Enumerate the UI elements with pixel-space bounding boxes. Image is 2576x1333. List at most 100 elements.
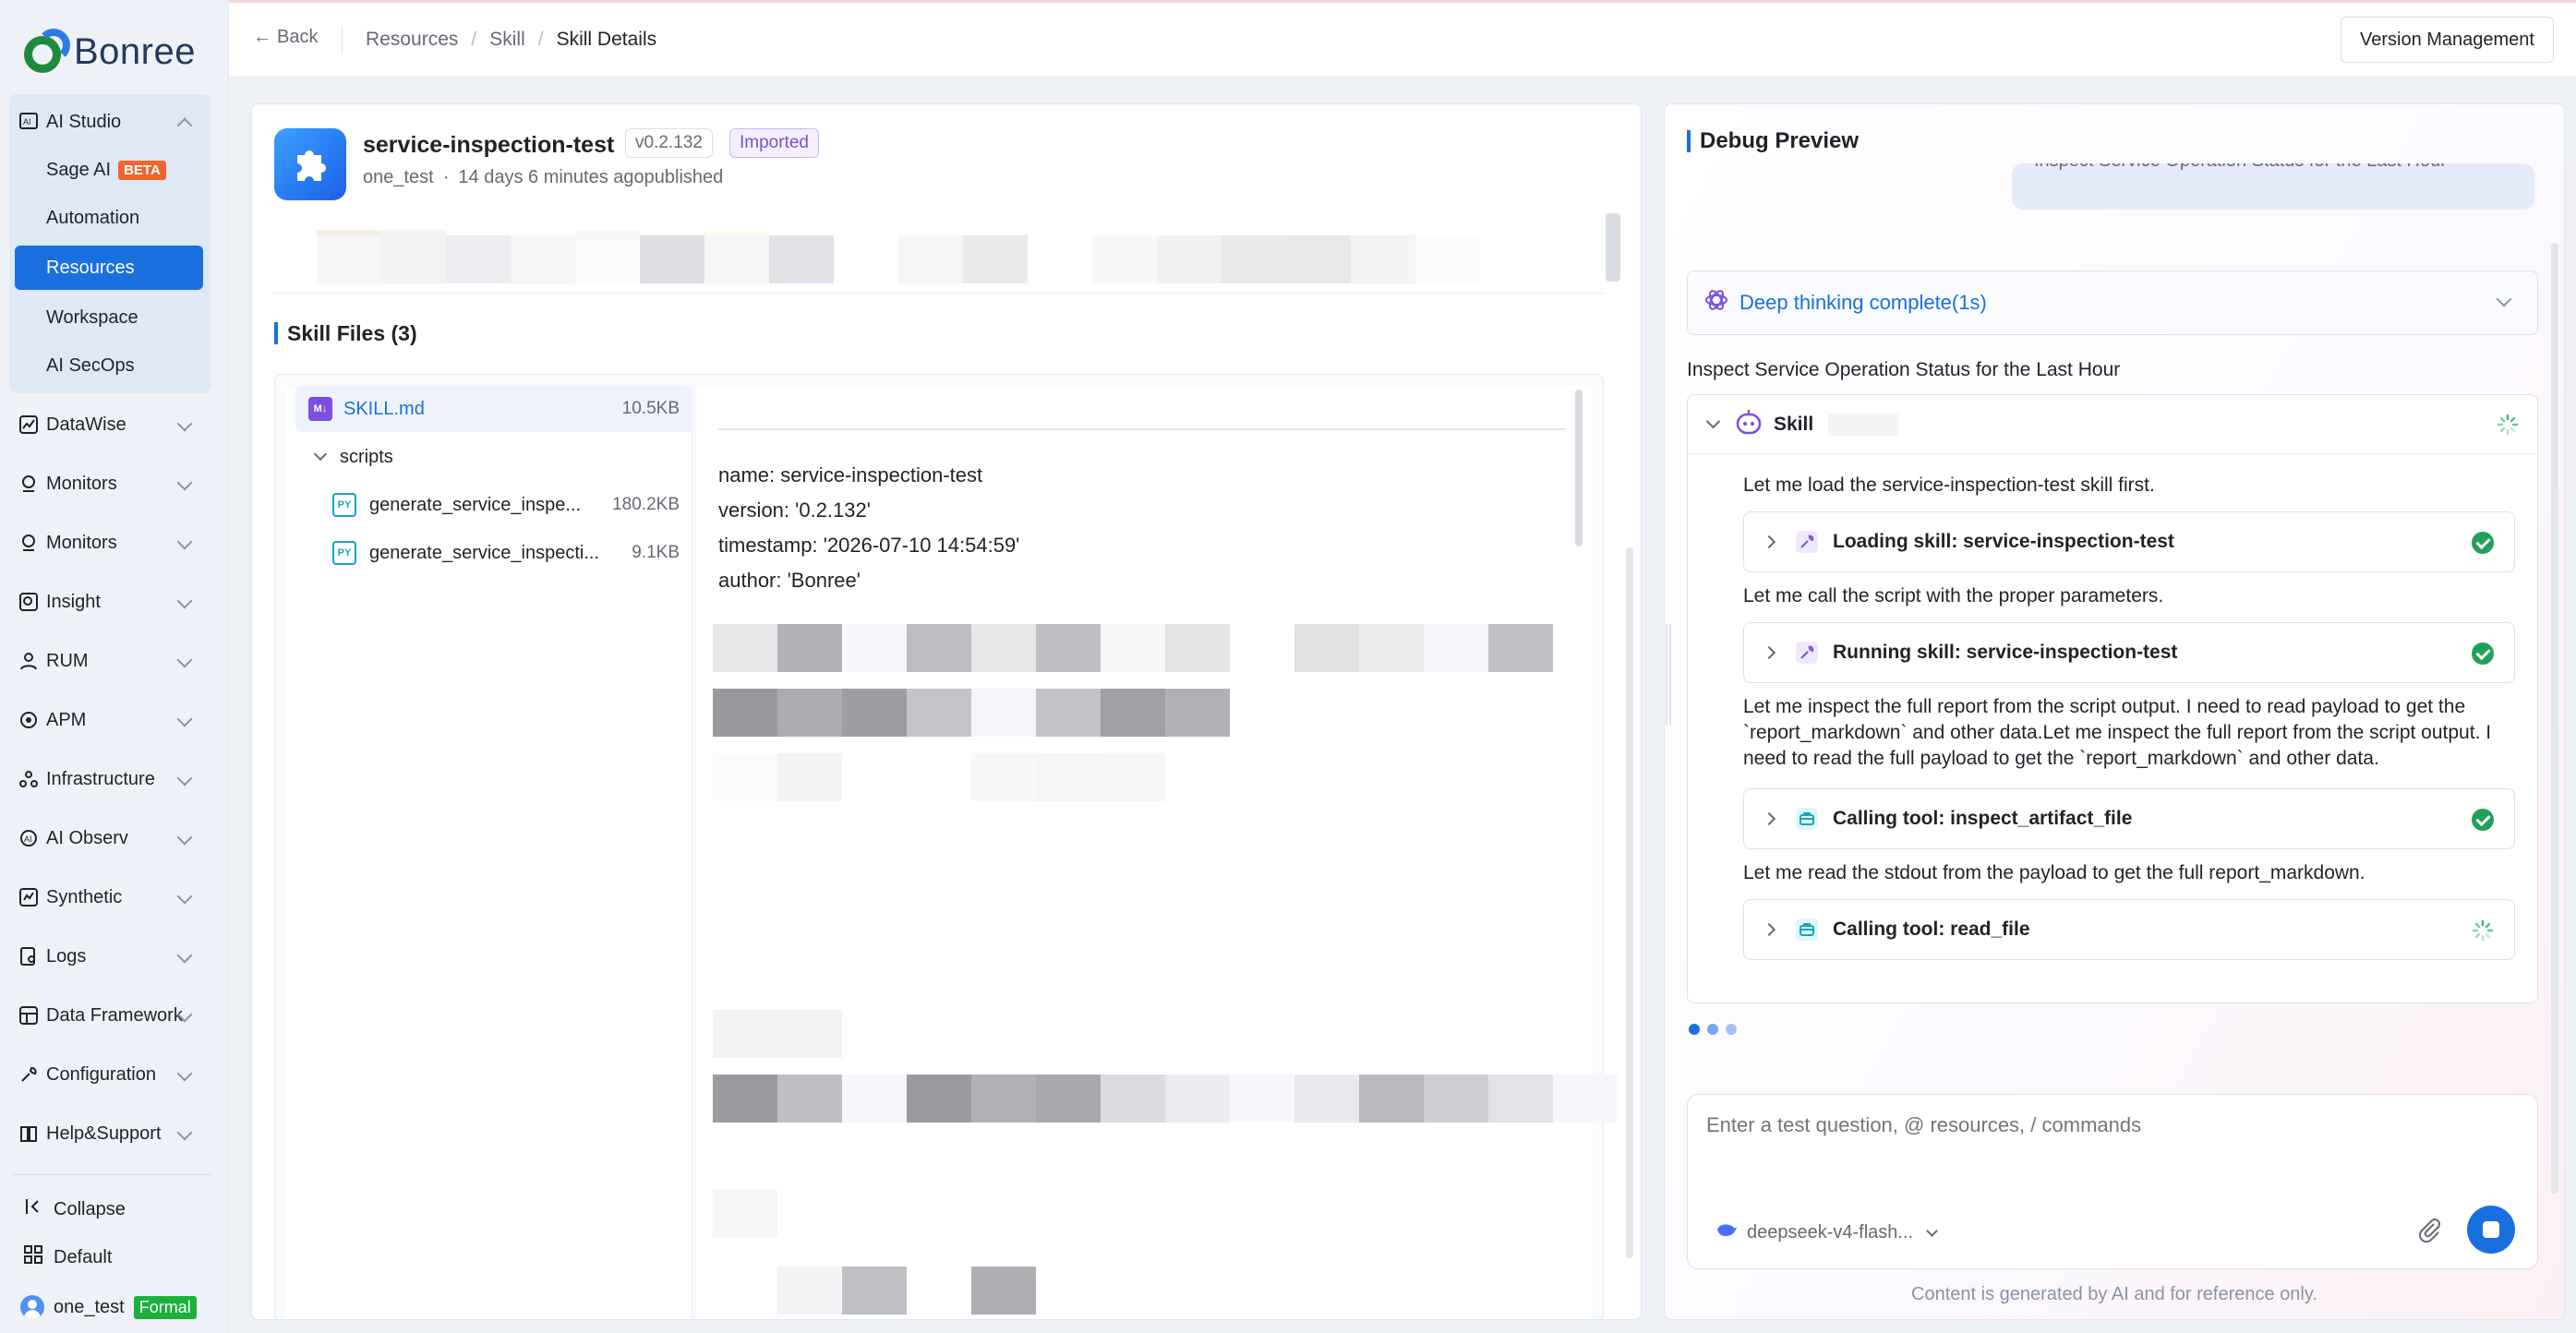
chat-input[interactable] <box>1706 1113 2519 1137</box>
sidebar-item-ai-secops[interactable]: AI SecOps <box>15 343 203 388</box>
skill-name: service-inspection-test <box>363 132 615 158</box>
file-skill-md[interactable]: M↓ SKILL.md 10.5KB <box>295 386 692 432</box>
chevron-right-icon <box>1762 811 1776 826</box>
sidebar-item-monitors[interactable]: Monitors <box>0 462 211 506</box>
user-message: Inspect Service Operation Status for the… <box>2012 163 2534 210</box>
debug-preview-panel: Debug Preview Inspect Service Operation … <box>1664 103 2565 1320</box>
chat-input-box: deepseek-v4-flash... <box>1687 1094 2538 1269</box>
skill-detail-panel: service-inspection-test v0.2.132 Importe… <box>251 103 1642 1320</box>
search-icon <box>18 592 39 612</box>
tool-call-running-skill[interactable]: Running skill: service-inspection-test <box>1743 622 2515 683</box>
step-text: Let me inspect the full report from the … <box>1743 696 2492 769</box>
sidebar-item-apm[interactable]: APM <box>0 698 211 742</box>
version-management-button[interactable]: Version Management <box>2340 17 2554 63</box>
sidebar-item-rum[interactable]: RUM <box>0 639 211 683</box>
scrollbar[interactable] <box>1606 213 1620 282</box>
chevron-up-icon <box>176 117 193 134</box>
yaml-line: author: 'Bonree' <box>718 569 861 592</box>
scrollbar[interactable] <box>1626 547 1633 1258</box>
scrollbar[interactable] <box>2551 243 2558 1194</box>
file-script-1[interactable]: PY generate_service_inspe... 180.2KB <box>295 482 692 528</box>
step-text: Let me read the stdout from the payload … <box>1743 862 2365 883</box>
monitor-icon <box>18 474 39 494</box>
breadcrumb-resources[interactable]: Resources <box>366 29 458 51</box>
book-icon <box>18 1123 39 1144</box>
python-file-icon: PY <box>332 541 356 565</box>
workspace-switcher[interactable]: Default <box>24 1241 112 1274</box>
wrench-icon <box>1794 640 1820 666</box>
sidebar-item-logs[interactable]: Logs <box>0 934 211 979</box>
sidebar-divider <box>13 1174 211 1175</box>
infrastructure-icon <box>18 769 39 789</box>
brand-logo[interactable]: Bonree <box>24 26 196 78</box>
collapse-icon <box>24 1197 42 1221</box>
model-selector[interactable]: deepseek-v4-flash... <box>1715 1220 1938 1244</box>
chevron-down-icon <box>313 447 328 462</box>
sidebar-item-infrastructure[interactable]: Infrastructure <box>0 757 211 801</box>
tool-call-inspect-artifact[interactable]: Calling tool: inspect_artifact_file <box>1743 788 2515 849</box>
chevron-down-icon <box>176 711 193 727</box>
file-script-2[interactable]: PY generate_service_inspecti... 9.1KB <box>295 530 692 576</box>
back-button[interactable]: ← Back <box>253 27 318 48</box>
skill-card-header[interactable]: Skill <box>1688 395 2537 454</box>
arrow-left-icon: ← <box>253 27 271 47</box>
sidebar-item-data-framework[interactable]: Data Framework <box>0 993 211 1038</box>
sidebar-item-insight[interactable]: Insight <box>0 580 211 624</box>
sidebar-item-resources[interactable]: Resources <box>15 246 203 290</box>
atom-icon <box>1704 288 1728 318</box>
sidebar: Bonree AI AI Studio Sage AI BETA Automati… <box>0 0 229 1333</box>
tool-call-loading-skill[interactable]: Loading skill: service-inspection-test <box>1743 511 2515 572</box>
check-icon <box>2472 642 2494 665</box>
scrollbar[interactable] <box>1575 390 1583 546</box>
sidebar-item-help-support[interactable]: Help&Support <box>0 1111 211 1156</box>
wrench-icon <box>1794 529 1820 555</box>
breadcrumb-current: Skill Details <box>556 29 657 50</box>
yaml-line: version: '0.2.132' <box>718 498 871 522</box>
brand-name: Bonree <box>74 30 196 72</box>
typing-indicator <box>1689 1024 1737 1035</box>
sidebar-item-synthetic[interactable]: Synthetic <box>0 875 211 919</box>
user-menu[interactable]: one_test Formal <box>20 1291 197 1324</box>
check-icon <box>2472 809 2494 831</box>
sidebar-item-label: AI Studio <box>46 111 122 132</box>
blurred-content <box>713 1075 1618 1123</box>
chevron-right-icon <box>1762 534 1776 549</box>
data-framework-icon <box>18 1005 39 1026</box>
sidebar-item-automation[interactable]: Automation <box>15 196 203 240</box>
blurred-content <box>1828 413 1899 436</box>
blurred-content <box>713 753 1165 801</box>
sidebar-item-sage-ai[interactable]: Sage AI BETA <box>15 148 203 192</box>
logs-icon <box>18 946 39 967</box>
sidebar-item-configuration[interactable]: Configuration <box>0 1052 211 1097</box>
apm-icon <box>18 710 39 730</box>
stop-generation-button[interactable] <box>2467 1206 2515 1254</box>
folder-scripts[interactable]: scripts <box>295 434 692 480</box>
loading-spinner-icon <box>2472 919 2494 946</box>
avatar <box>20 1295 44 1319</box>
sidebar-item-workspace[interactable]: Workspace <box>15 295 203 340</box>
attachment-icon[interactable] <box>2417 1217 2441 1247</box>
task-title: Inspect Service Operation Status for the… <box>1687 359 2121 380</box>
collapse-button[interactable]: Collapse <box>24 1193 126 1226</box>
thinking-toggle[interactable]: Deep thinking complete(1s) <box>1687 270 2538 335</box>
chart-icon <box>18 414 39 435</box>
sidebar-item-datawise[interactable]: DataWise <box>0 402 211 447</box>
sidebar-item-monitors-2[interactable]: Monitors <box>0 521 211 565</box>
chevron-down-icon <box>176 888 193 905</box>
step-text: Let me call the script with the proper p… <box>1743 585 2164 606</box>
sidebar-item-ai-observ[interactable]: AI AI Observ <box>0 816 211 860</box>
tool-call-read-file[interactable]: Calling tool: read_file <box>1743 899 2515 960</box>
file-content: name: service-inspection-test version: '… <box>696 386 1618 1319</box>
sidebar-item-ai-studio[interactable]: AI AI Studio <box>0 100 211 144</box>
panel-resize-handle[interactable] <box>1666 624 1671 726</box>
blurred-content <box>713 1189 777 1237</box>
svg-text:AI: AI <box>24 835 32 844</box>
loading-spinner-icon <box>2497 414 2519 440</box>
status-badge: Imported <box>729 128 819 158</box>
formal-badge: Formal <box>133 1295 197 1319</box>
top-bar: ← Back Resources / Skill / Skill Details Ve… <box>229 0 2576 78</box>
breadcrumb-skill[interactable]: Skill <box>489 29 525 51</box>
skill-files-title: Skill Files (3) <box>274 322 417 344</box>
whale-icon <box>1715 1220 1738 1244</box>
svg-text:AI: AI <box>23 117 31 126</box>
